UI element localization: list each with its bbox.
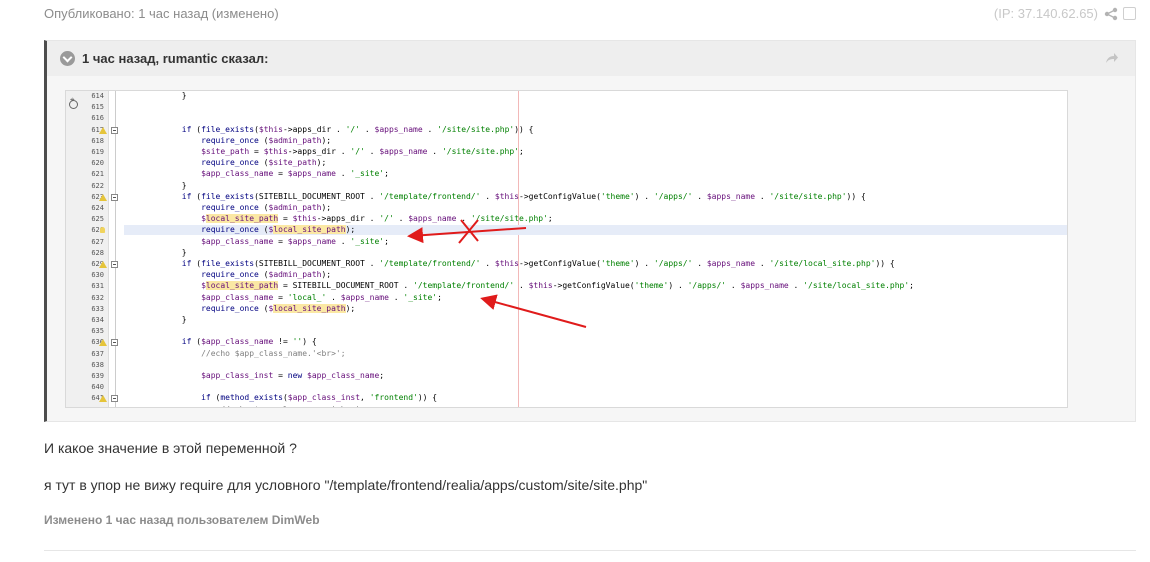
quote-header: 1 час назад, rumantic сказал:	[47, 41, 1135, 76]
red-annotations	[407, 219, 587, 328]
fold-toggle-icon[interactable]	[111, 261, 118, 268]
fold-toggle-icon[interactable]	[111, 395, 118, 403]
quote-block: 1 час назад, rumantic сказал: ⌖ 614 615 61…	[44, 40, 1136, 422]
quote-citation: 1 час назад, rumantic сказал:	[82, 51, 269, 66]
share-icon[interactable]	[1104, 7, 1118, 21]
edited-note: Изменено 1 час назад пользователем DimWe…	[44, 513, 320, 527]
fold-toggle-icon[interactable]	[111, 339, 118, 347]
fold-toggle-icon[interactable]	[111, 193, 118, 201]
ip-address: (IP: 37.140.62.65)	[993, 6, 1098, 21]
code-screenshot-image: ⌖ 614 615 616 617 618 619 620 621 622 623 624 625 62…	[65, 90, 1068, 408]
fold-toggle-icon[interactable]	[111, 126, 118, 134]
post-meta-bar: Опубликовано: 1 час назад (изменено) (IP…	[44, 6, 1136, 24]
select-post-checkbox[interactable]	[1123, 7, 1136, 20]
share-arrow-icon[interactable]	[1105, 51, 1119, 65]
post-remark-text: я тут в упор не вижу require для условно…	[44, 477, 648, 493]
post-divider	[44, 550, 1136, 551]
chevron-down-icon[interactable]	[60, 51, 75, 66]
annotation-arrow-2	[480, 294, 587, 328]
post-question-text: И какое значение в этой переменной ?	[44, 440, 297, 456]
published-info: Опубликовано: 1 час назад (изменено)	[44, 6, 279, 21]
